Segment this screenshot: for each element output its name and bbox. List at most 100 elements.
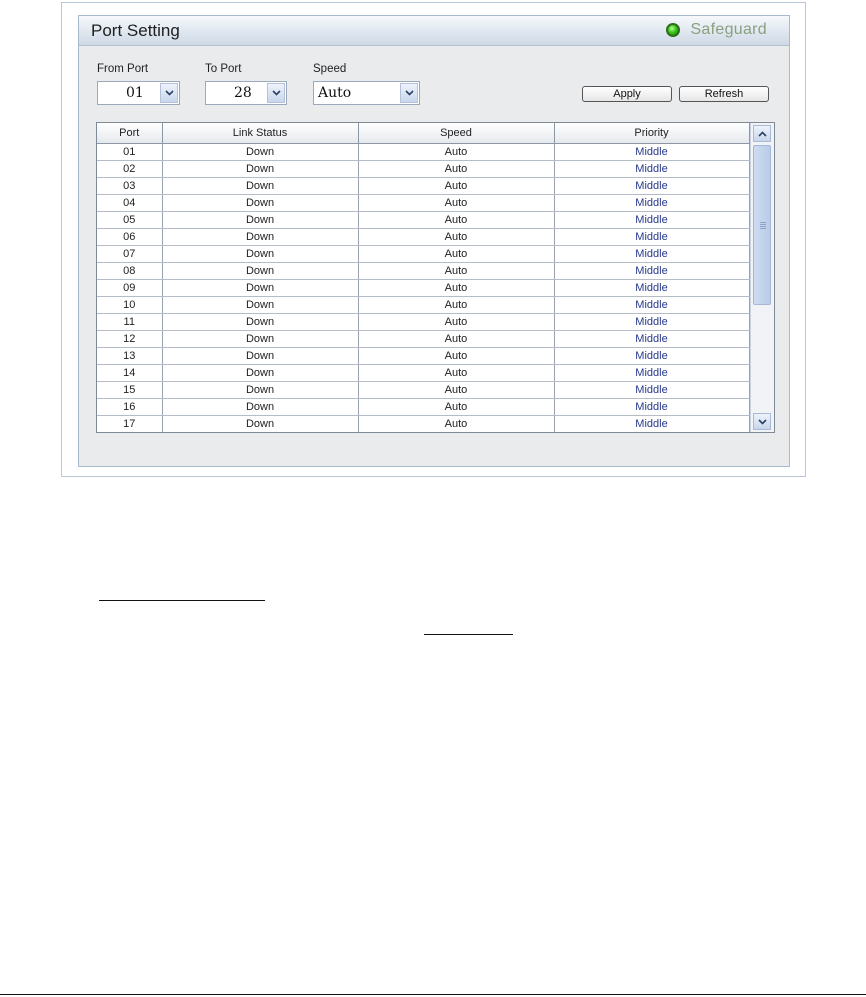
table-row: 14 Down Auto Middle <box>97 364 750 382</box>
blank-underline <box>424 634 513 635</box>
speed-cell: Auto <box>358 398 555 416</box>
priority-cell: Middle <box>554 364 750 382</box>
chevron-down-icon[interactable] <box>267 83 285 103</box>
speed-label: Speed <box>313 63 347 75</box>
priority-cell: Middle <box>554 296 750 314</box>
chevron-down-icon[interactable] <box>400 83 418 103</box>
table-row: 09 Down Auto Middle <box>97 279 750 297</box>
to-port-label: To Port <box>205 63 242 75</box>
link-status-cell: Down <box>162 381 359 399</box>
link-status-cell: Down <box>162 415 359 432</box>
table-row: 11 Down Auto Middle <box>97 313 750 331</box>
link-status-cell: Down <box>162 398 359 416</box>
link-status-cell: Down <box>162 347 359 365</box>
port-cell: 14 <box>97 364 163 382</box>
speed-cell: Auto <box>358 330 555 348</box>
speed-cell: Auto <box>358 415 555 432</box>
table-scrollbar[interactable] <box>750 123 774 432</box>
port-cell: 05 <box>97 211 163 229</box>
table-row: 03 Down Auto Middle <box>97 177 750 195</box>
table-row: 05 Down Auto Middle <box>97 211 750 229</box>
chevron-down-icon[interactable] <box>753 413 771 430</box>
chevron-up-icon[interactable] <box>753 125 771 142</box>
speed-cell: Auto <box>358 296 555 314</box>
speed-cell: Auto <box>358 279 555 297</box>
link-status-cell: Down <box>162 262 359 280</box>
speed-cell: Auto <box>358 364 555 382</box>
speed-cell: Auto <box>358 262 555 280</box>
link-status-cell: Down <box>162 279 359 297</box>
port-cell: 04 <box>97 194 163 212</box>
table-row: 15 Down Auto Middle <box>97 381 750 399</box>
speed-value: Auto <box>318 85 352 101</box>
speed-cell: Auto <box>358 143 555 161</box>
panel-titlebar: Port Setting Safeguard <box>79 16 789 46</box>
link-status-cell: Down <box>162 330 359 348</box>
speed-select[interactable]: Auto <box>313 81 420 105</box>
priority-cell: Middle <box>554 347 750 365</box>
priority-cell: Middle <box>554 245 750 263</box>
link-status-cell: Down <box>162 296 359 314</box>
link-status-cell: Down <box>162 194 359 212</box>
speed-cell: Auto <box>358 381 555 399</box>
priority-cell: Middle <box>554 262 750 280</box>
speed-cell: Auto <box>358 177 555 195</box>
port-cell: 16 <box>97 398 163 416</box>
table-row: 16 Down Auto Middle <box>97 398 750 416</box>
column-header-speed[interactable]: Speed <box>357 123 555 144</box>
speed-cell: Auto <box>358 228 555 246</box>
port-cell: 01 <box>97 143 163 161</box>
priority-cell: Middle <box>554 143 750 161</box>
safeguard-indicator: Safeguard <box>666 21 767 39</box>
priority-cell: Middle <box>554 228 750 246</box>
scrollbar-thumb[interactable] <box>753 145 771 305</box>
from-port-label: From Port <box>97 63 149 75</box>
port-table: Port Link Status Speed Priority 01 Down Au… <box>97 123 750 432</box>
speed-cell: Auto <box>358 160 555 178</box>
table-row: 01 Down Auto Middle <box>97 143 750 161</box>
table-row: 13 Down Auto Middle <box>97 347 750 365</box>
refresh-button[interactable]: Refresh <box>679 86 769 102</box>
speed-cell: Auto <box>358 313 555 331</box>
speed-cell: Auto <box>358 211 555 229</box>
port-cell: 09 <box>97 279 163 297</box>
from-port-select[interactable]: 01 <box>97 81 180 105</box>
priority-cell: Middle <box>554 279 750 297</box>
to-port-select[interactable]: 28 <box>205 81 287 105</box>
link-status-cell: Down <box>162 160 359 178</box>
column-header-priority[interactable]: Priority <box>553 123 750 144</box>
link-status-cell: Down <box>162 313 359 331</box>
link-status-cell: Down <box>162 228 359 246</box>
apply-button[interactable]: Apply <box>582 86 672 102</box>
priority-cell: Middle <box>554 415 750 432</box>
priority-cell: Middle <box>554 381 750 399</box>
port-cell: 15 <box>97 381 163 399</box>
link-status-cell: Down <box>162 211 359 229</box>
port-cell: 17 <box>97 415 163 432</box>
table-row: 08 Down Auto Middle <box>97 262 750 280</box>
priority-cell: Middle <box>554 194 750 212</box>
page-title: Port Setting <box>91 21 180 40</box>
chevron-down-icon[interactable] <box>160 83 178 103</box>
link-status-cell: Down <box>162 177 359 195</box>
port-cell: 11 <box>97 313 163 331</box>
priority-cell: Middle <box>554 398 750 416</box>
speed-cell: Auto <box>358 194 555 212</box>
port-cell: 12 <box>97 330 163 348</box>
port-table-container: Port Link Status Speed Priority 01 Down Au… <box>96 122 775 433</box>
table-row: 12 Down Auto Middle <box>97 330 750 348</box>
speed-cell: Auto <box>358 245 555 263</box>
table-row: 04 Down Auto Middle <box>97 194 750 212</box>
link-status-cell: Down <box>162 245 359 263</box>
from-port-value: 01 <box>126 85 144 101</box>
priority-cell: Middle <box>554 177 750 195</box>
priority-cell: Middle <box>554 330 750 348</box>
table-row: 06 Down Auto Middle <box>97 228 750 246</box>
safeguard-label: Safeguard <box>690 21 767 38</box>
column-header-link-status[interactable]: Link Status <box>161 123 359 144</box>
table-row: 10 Down Auto Middle <box>97 296 750 314</box>
link-status-cell: Down <box>162 364 359 382</box>
port-cell: 07 <box>97 245 163 263</box>
column-header-port[interactable]: Port <box>97 123 163 144</box>
port-cell: 08 <box>97 262 163 280</box>
